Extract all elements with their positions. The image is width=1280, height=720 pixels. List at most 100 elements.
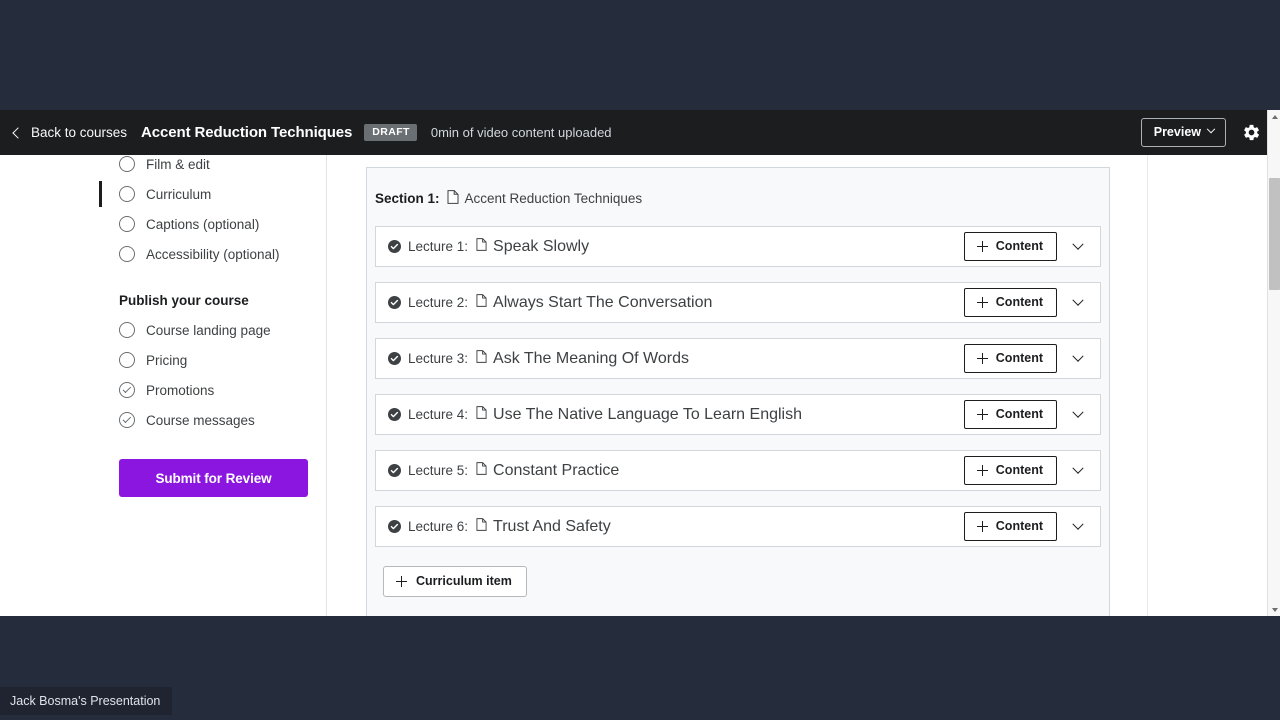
sidebar-item-curriculum[interactable]: Curriculum xyxy=(119,179,326,209)
sidebar-item-label: Captions (optional) xyxy=(146,217,259,232)
video-upload-status: 0min of video content uploaded xyxy=(431,125,612,140)
add-content-button[interactable]: Content xyxy=(964,232,1057,261)
add-content-label: Content xyxy=(996,295,1043,309)
document-icon xyxy=(476,518,487,536)
table-row[interactable]: Lecture 4: Use The Native Language To Le… xyxy=(375,394,1101,435)
radio-checked-icon xyxy=(119,382,135,398)
expand-lecture-button[interactable] xyxy=(1065,346,1091,372)
lecture-label: Lecture 3: xyxy=(408,351,468,366)
plus-icon xyxy=(977,465,988,476)
check-circle-icon xyxy=(388,240,401,253)
check-circle-icon xyxy=(388,464,401,477)
page-body: Film & edit Curriculum Captions (optiona… xyxy=(0,155,1268,616)
add-content-button[interactable]: Content xyxy=(964,512,1057,541)
add-content-label: Content xyxy=(996,351,1043,365)
scroll-down-button[interactable] xyxy=(1268,603,1280,616)
expand-lecture-button[interactable] xyxy=(1065,402,1091,428)
curriculum-section-card: Section 1: Accent Reduction Techniques xyxy=(366,167,1110,616)
taskbar-window-label: Jack Bosma's Presentation xyxy=(10,694,160,708)
right-empty-column xyxy=(1149,155,1256,616)
chevron-down-icon xyxy=(1072,518,1083,529)
triangle-up-icon xyxy=(1272,115,1278,119)
lecture-name: Constant Practice xyxy=(493,462,619,480)
check-circle-icon xyxy=(388,352,401,365)
section-header[interactable]: Section 1: Accent Reduction Techniques xyxy=(367,168,1109,207)
add-content-button[interactable]: Content xyxy=(964,400,1057,429)
application-window: Back to courses Accent Reduction Techniq… xyxy=(0,110,1280,616)
sidebar-item-course-messages[interactable]: Course messages xyxy=(119,405,326,435)
lecture-label: Lecture 6: xyxy=(408,519,468,534)
taskbar-window-item[interactable]: Jack Bosma's Presentation xyxy=(0,687,172,715)
add-content-button[interactable]: Content xyxy=(964,288,1057,317)
course-header-bar: Back to courses Accent Reduction Techniq… xyxy=(0,110,1280,155)
settings-gear-button[interactable] xyxy=(1240,122,1262,144)
sidebar-item-label: Promotions xyxy=(146,383,214,398)
triangle-down-icon xyxy=(1272,608,1278,612)
lecture-name: Trust And Safety xyxy=(493,518,611,536)
preview-button[interactable]: Preview xyxy=(1141,118,1226,147)
radio-unchecked-icon xyxy=(119,322,135,338)
document-icon xyxy=(447,190,459,207)
add-content-label: Content xyxy=(996,239,1043,253)
course-steps-sidebar: Film & edit Curriculum Captions (optiona… xyxy=(0,155,327,616)
chevron-down-icon xyxy=(1072,238,1083,249)
radio-unchecked-icon xyxy=(119,246,135,262)
sidebar-item-course-landing-page[interactable]: Course landing page xyxy=(119,315,326,345)
scrollbar-thumb[interactable] xyxy=(1269,178,1280,290)
preview-label: Preview xyxy=(1154,125,1201,139)
plus-icon xyxy=(977,241,988,252)
table-row[interactable]: Lecture 3: Ask The Meaning Of Words xyxy=(375,338,1101,379)
sidebar-section-heading-publish: Publish your course xyxy=(119,293,326,308)
section-label: Section 1: xyxy=(375,191,440,206)
chevron-left-icon xyxy=(12,127,23,138)
expand-lecture-button[interactable] xyxy=(1065,458,1091,484)
check-circle-icon xyxy=(388,408,401,421)
sidebar-item-pricing[interactable]: Pricing xyxy=(119,345,326,375)
submit-for-review-button[interactable]: Submit for Review xyxy=(119,459,308,497)
add-curriculum-item-button[interactable]: Curriculum item xyxy=(383,566,527,597)
sidebar-item-label: Course landing page xyxy=(146,323,271,338)
sidebar-item-film-edit[interactable]: Film & edit xyxy=(119,155,326,179)
sidebar-item-accessibility[interactable]: Accessibility (optional) xyxy=(119,239,326,269)
table-row[interactable]: Lecture 6: Trust And Safety xyxy=(375,506,1101,547)
add-curriculum-item-label: Curriculum item xyxy=(416,574,512,588)
sidebar-item-label: Film & edit xyxy=(146,157,210,172)
lecture-name: Ask The Meaning Of Words xyxy=(493,350,689,368)
radio-unchecked-icon xyxy=(119,216,135,232)
page-title: Accent Reduction Techniques xyxy=(141,124,352,141)
scroll-up-button[interactable] xyxy=(1268,110,1280,123)
lecture-list: Lecture 1: Speak Slowly xyxy=(367,226,1109,597)
lecture-name: Use The Native Language To Learn English xyxy=(493,406,802,424)
expand-lecture-button[interactable] xyxy=(1065,290,1091,316)
lecture-name: Speak Slowly xyxy=(493,238,589,256)
sidebar-item-promotions[interactable]: Promotions xyxy=(119,375,326,405)
chevron-down-icon xyxy=(1072,350,1083,361)
lecture-label: Lecture 4: xyxy=(408,407,468,422)
chevron-down-icon xyxy=(1072,406,1083,417)
plus-icon xyxy=(977,409,988,420)
add-content-button[interactable]: Content xyxy=(964,456,1057,485)
add-content-button[interactable]: Content xyxy=(964,344,1057,373)
lecture-label: Lecture 1: xyxy=(408,239,468,254)
plus-icon xyxy=(396,576,407,587)
sidebar-item-label: Curriculum xyxy=(146,187,211,202)
status-badge: DRAFT xyxy=(364,124,417,142)
lecture-label: Lecture 5: xyxy=(408,463,468,478)
curriculum-main-column: Section 1: Accent Reduction Techniques xyxy=(328,155,1148,616)
add-content-label: Content xyxy=(996,519,1043,533)
vertical-scrollbar[interactable] xyxy=(1267,110,1280,616)
active-indicator-bar xyxy=(99,181,102,207)
back-to-courses-label: Back to courses xyxy=(31,125,127,140)
expand-lecture-button[interactable] xyxy=(1065,514,1091,540)
sidebar-item-label: Accessibility (optional) xyxy=(146,247,280,262)
add-content-label: Content xyxy=(996,463,1043,477)
sidebar-item-label: Course messages xyxy=(146,413,255,428)
back-to-courses-link[interactable]: Back to courses xyxy=(14,125,127,140)
sidebar-item-captions[interactable]: Captions (optional) xyxy=(119,209,326,239)
radio-unchecked-icon xyxy=(119,156,135,172)
table-row[interactable]: Lecture 1: Speak Slowly xyxy=(375,226,1101,267)
expand-lecture-button[interactable] xyxy=(1065,234,1091,260)
table-row[interactable]: Lecture 5: Constant Practice xyxy=(375,450,1101,491)
desktop-background: Back to courses Accent Reduction Techniq… xyxy=(0,0,1280,720)
table-row[interactable]: Lecture 2: Always Start The Conversation xyxy=(375,282,1101,323)
